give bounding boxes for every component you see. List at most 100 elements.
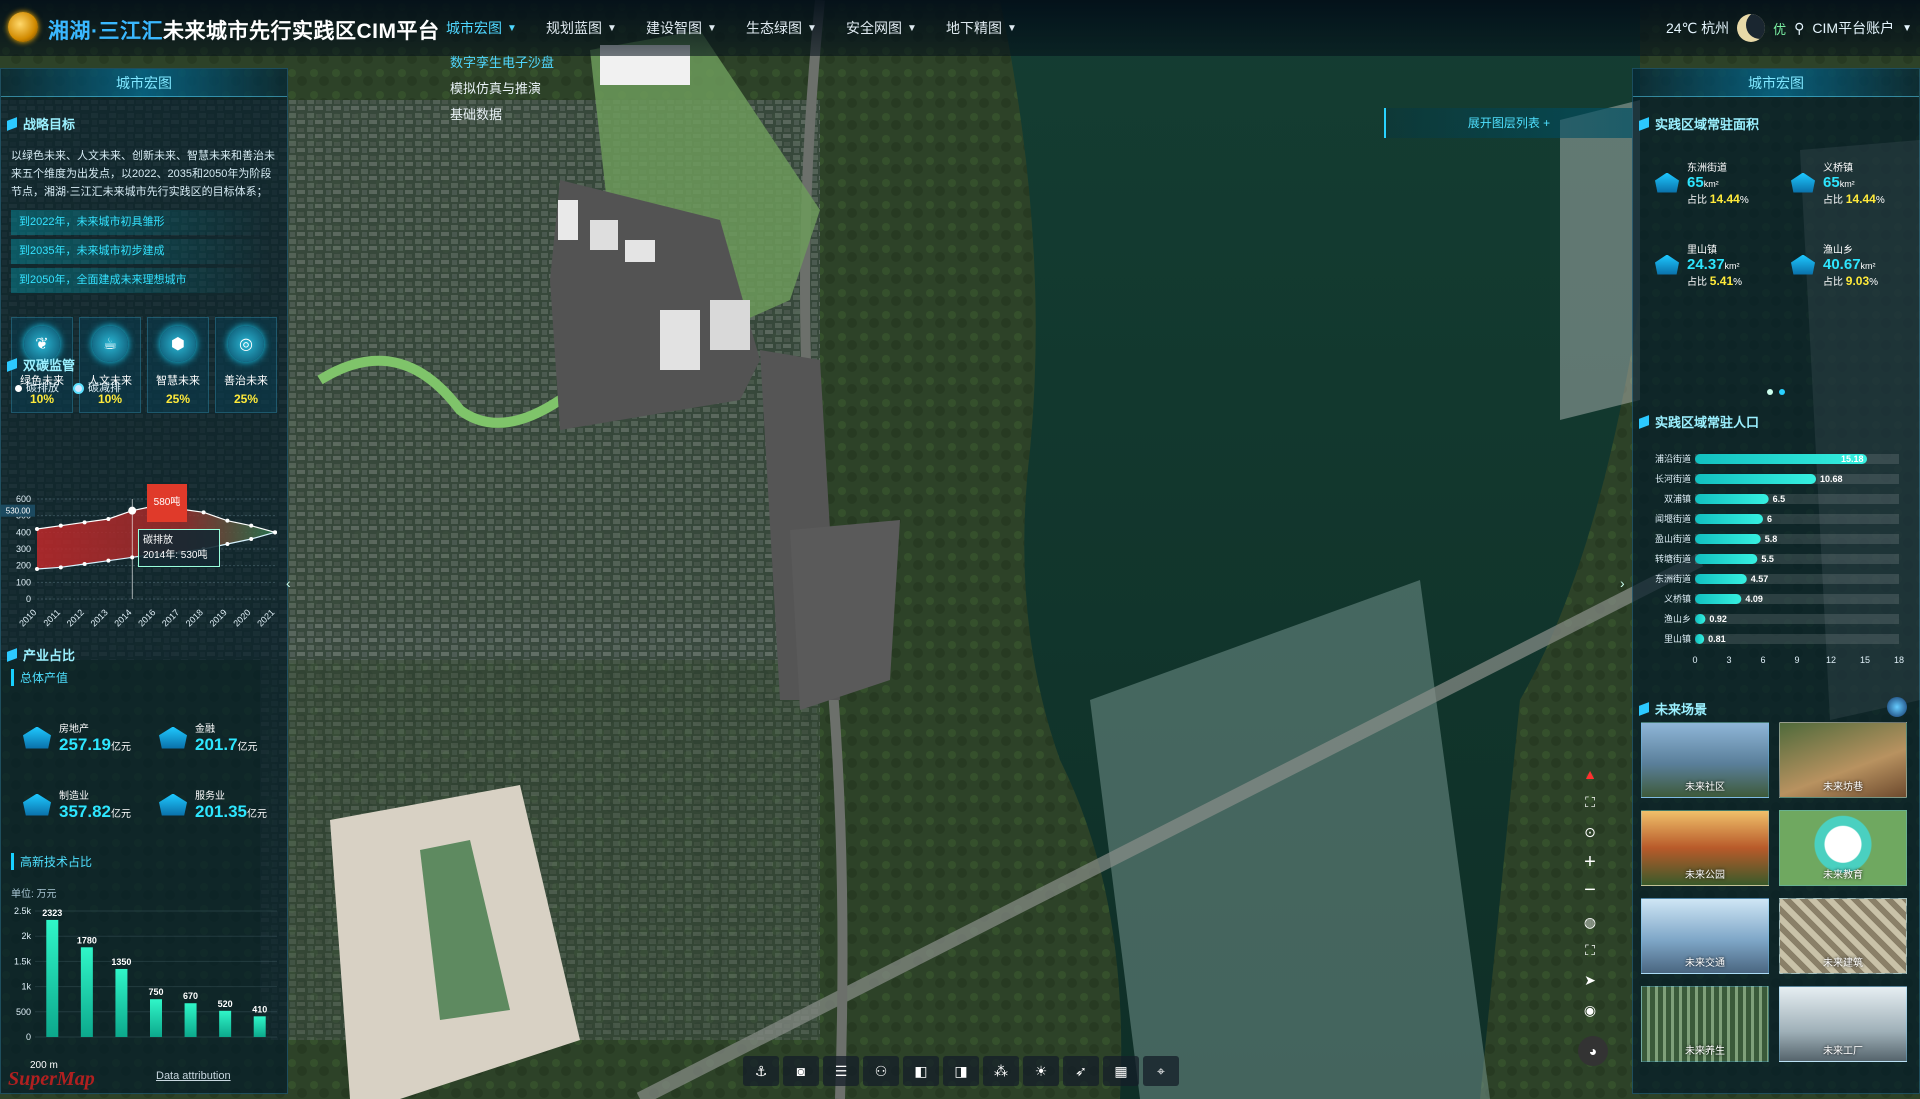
subtitle-total-output: 总体产值 [11, 669, 68, 686]
globe-view-icon[interactable]: ◍ [1578, 910, 1602, 934]
cube-icon: ⬢ [160, 326, 196, 362]
locate-icon[interactable]: ⌖ [1143, 1056, 1179, 1086]
dropdown-item-base-data[interactable]: 基础数据 [446, 102, 606, 128]
building-icon [23, 793, 51, 816]
nav-underground[interactable]: 地下精图 ▼ [946, 18, 1046, 38]
legend-emission[interactable]: 碳排放 [15, 379, 59, 395]
target-icon: ◎ [228, 326, 264, 362]
account-button[interactable]: CIM平台账户 [1812, 18, 1894, 38]
hitech-bar-chart[interactable]: 0 500 1k 1.5k 2k 2.5k 2323 1780 1350 750 670 520 410 [1, 897, 289, 1057]
data-point [249, 523, 254, 528]
data-attribution-link[interactable]: Data attribution [156, 1070, 231, 1082]
data-point [106, 517, 111, 521]
y-tick-label: 300 [16, 544, 31, 554]
y-tick-label: 0 [26, 594, 31, 604]
collapse-right-icon[interactable]: › [1620, 575, 1625, 591]
globe-icon[interactable] [1887, 697, 1907, 717]
x-tick-label: 2021 [255, 607, 276, 628]
bar [115, 968, 128, 1037]
carousel-dot[interactable] [1767, 389, 1773, 395]
carousel-dot[interactable] [1779, 389, 1785, 395]
collapse-left-icon[interactable]: ‹ [286, 575, 291, 591]
bar [46, 919, 59, 1037]
camera-icon[interactable]: ◙ [783, 1056, 819, 1086]
dropdown-item-simulation[interactable]: 模拟仿真与推演 [446, 76, 606, 102]
bar [219, 1010, 232, 1037]
industry-service: 服务业 201.35亿元 [159, 787, 267, 822]
fullscreen-icon[interactable]: ⛶ [1578, 790, 1602, 814]
legend-reduction[interactable]: 碳减排 [73, 379, 121, 395]
layers-icon[interactable]: ☰ [823, 1056, 859, 1086]
compare-icon[interactable]: ◨ [943, 1056, 979, 1086]
y-tick-label: 100 [16, 577, 31, 587]
section-carbon: 双碳监管 [7, 355, 75, 374]
x-tick-label: 2018 [184, 607, 205, 628]
scene-architecture[interactable]: 未来建筑 [1779, 898, 1907, 974]
building-icon [159, 793, 187, 816]
earth-icon[interactable]: ◕ [1578, 1036, 1608, 1066]
data-point [82, 520, 87, 525]
category-label: 长河街道 [1655, 473, 1691, 484]
left-panel-title: 城市宏图 [1, 69, 287, 97]
section-industry: 产业占比 [7, 645, 75, 664]
future-card-smart[interactable]: ⬢ 智慧未来 25% [147, 317, 209, 413]
tooltip-value: 2014年: 530吨 [143, 550, 208, 561]
x-tick-label: 2014 [112, 607, 133, 628]
nav-ecology[interactable]: 生态绿图 ▼ [746, 18, 846, 38]
map-scale: 200 m [30, 1060, 58, 1071]
expand-icon[interactable]: ⛶ [1578, 938, 1602, 962]
future-card-culture[interactable]: ☕ 人文未来 10% [79, 317, 141, 413]
carbon-peak-flag: 580吨 [147, 484, 187, 522]
area-card-yiqiao: 义桥镇 65km² 占比 14.44% [1791, 159, 1885, 206]
scene-lanes[interactable]: 未来坊巷 [1779, 722, 1907, 798]
data-point [82, 562, 87, 566]
y-tick-label: 2.5k [14, 906, 32, 916]
navigate-icon[interactable]: ➤ [1578, 968, 1602, 992]
pointer-icon[interactable]: ➶ [1063, 1056, 1099, 1086]
nav-construction[interactable]: 建设智图 ▼ [646, 18, 746, 38]
scene-community[interactable]: 未来社区 [1641, 722, 1769, 798]
page-title: 湘湖·三江汇未来城市先行实践区CIM平台 [48, 20, 440, 43]
scene-wellness[interactable]: 未来养生 [1641, 986, 1769, 1062]
nav-safety[interactable]: 安全网图 ▼ [846, 18, 946, 38]
reset-view-icon[interactable]: ⊙ [1578, 820, 1602, 844]
split-view-icon[interactable]: ◧ [903, 1056, 939, 1086]
expand-layer-list-button[interactable]: 展开图层列表 + [1384, 108, 1632, 138]
scene-education[interactable]: 未来教育 [1779, 810, 1907, 886]
industry-realestate: 房地产 257.19亿元 [23, 720, 131, 755]
moon-icon [1737, 14, 1766, 42]
bar [1695, 494, 1769, 504]
zoom-in-icon[interactable]: + [1578, 850, 1602, 874]
dropdown-item-digital-sandbox[interactable]: 数字孪生电子沙盘 [446, 50, 606, 76]
population-bar-chart[interactable]: 浦沿街道 15.18 长河街道 10.68 双浦镇 6.5 闻堰街道 6 盈山街道 5.8 转塘街道… [1633, 441, 1920, 671]
section-strategy: 战略目标 [7, 114, 75, 133]
bar-value-label: 670 [183, 991, 198, 1001]
section-area: 实践区域常驻面积 [1639, 114, 1759, 133]
sun-icon[interactable]: ☀ [1023, 1056, 1059, 1086]
scene-transport[interactable]: 未来交通 [1641, 898, 1769, 974]
nav-city-macro[interactable]: 城市宏图 ▼ [446, 18, 546, 38]
people-icon[interactable]: ⚇ [863, 1056, 899, 1086]
future-card-governance[interactable]: ◎ 善治未来 25% [215, 317, 277, 413]
scene-grid: 未来社区 未来坊巷 未来公园 未来教育 未来交通 未来建筑 未来养生 未来工厂 [1641, 722, 1907, 1062]
x-tick-label: 2011 [41, 607, 62, 628]
data-point [225, 518, 230, 523]
scene-park[interactable]: 未来公园 [1641, 810, 1769, 886]
bar [1695, 594, 1742, 604]
nav-planning[interactable]: 规划蓝图 ▼ [546, 18, 646, 38]
cluster-icon[interactable]: ⁂ [983, 1056, 1019, 1086]
data-point [58, 523, 63, 528]
zoom-out-icon[interactable]: − [1578, 878, 1602, 902]
eye-icon[interactable]: ◉ [1578, 998, 1602, 1022]
bar-value-label: 10.68 [1820, 474, 1843, 484]
compass-icon[interactable]: ▲ [1578, 762, 1602, 786]
walk-icon[interactable]: ⚓ [743, 1056, 779, 1086]
clear-icon[interactable]: ▦ [1103, 1056, 1139, 1086]
area-card-yushan: 渔山乡 40.67km² 占比 9.03% [1791, 241, 1878, 288]
carbon-legend: 碳排放 碳减排 [15, 379, 121, 395]
chevron-down-icon[interactable]: ▼ [1902, 23, 1912, 34]
category-label: 转塘街道 [1655, 553, 1691, 564]
y-tick-label: 400 [16, 527, 31, 537]
scene-factory[interactable]: 未来工厂 [1779, 986, 1907, 1062]
right-panel: 城市宏图 实践区域常驻面积 东洲街道 65km² 占比 14.44% 义桥镇 65km… [1632, 68, 1920, 1094]
